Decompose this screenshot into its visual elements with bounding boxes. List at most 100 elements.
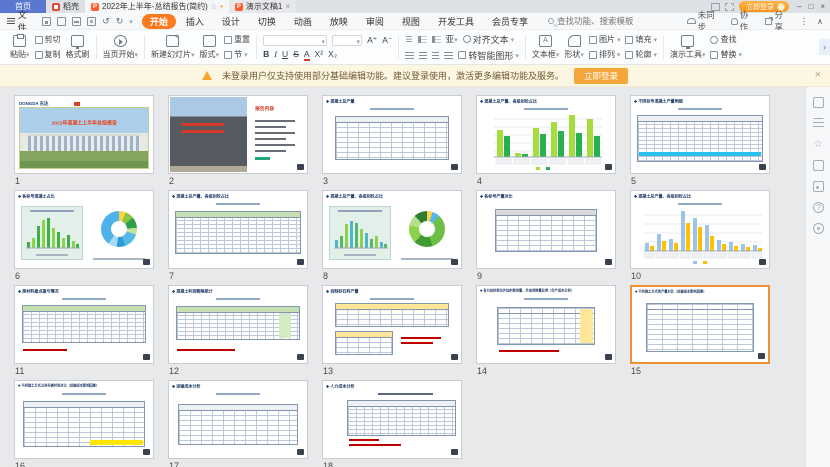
slide-thumbnail-10[interactable]: ◆ 混凝土总产量、各级别砼占比 [630, 190, 770, 285]
save-icon[interactable] [42, 17, 51, 26]
text-direction-icon[interactable]: 亚 [446, 33, 458, 45]
search-input[interactable] [557, 16, 687, 26]
tab-slideshow[interactable]: 放映 [322, 14, 356, 29]
login-now-button[interactable]: 立即登录 [574, 68, 628, 84]
align-right-icon[interactable] [432, 52, 439, 59]
font-name-select[interactable] [263, 35, 327, 46]
arrange-button[interactable]: 排列 [589, 49, 621, 60]
tab-insert[interactable]: 插入 [178, 14, 212, 29]
tab-devtools[interactable]: 开发工具 [430, 14, 482, 29]
shapes-button[interactable]: 形状 [564, 35, 584, 60]
increase-indent-icon[interactable] [432, 36, 441, 43]
redo-icon[interactable] [116, 16, 124, 27]
picture-button[interactable]: 图片 [589, 34, 621, 45]
help-icon[interactable] [813, 202, 824, 213]
logo-mark-icon [74, 102, 80, 106]
slide-thumbnail-11[interactable]: ◆ 原材料盘点盈亏情况 11 [14, 285, 154, 380]
print-preview-icon[interactable] [87, 17, 96, 26]
pin-icon[interactable] [211, 2, 217, 11]
subscript-icon[interactable] [328, 49, 337, 59]
align-text-button[interactable]: 对齐文本 [463, 33, 515, 46]
play-current-button[interactable]: 当页开始 [103, 35, 139, 60]
slide-number: 13 [323, 366, 462, 376]
font-size-select[interactable] [332, 35, 362, 46]
tab-document-2[interactable]: 演示文稿1 [229, 0, 296, 13]
new-slide-button[interactable]: 新建幻灯片 [151, 35, 195, 60]
italic-icon[interactable] [274, 49, 277, 59]
slide-thumbnail-18[interactable]: ◆ 人力成本分析 18 [322, 380, 462, 467]
slide-thumbnail-6[interactable]: ◆ 各标号混凝土占比 [14, 190, 154, 285]
slide-thumbnail-15-selected[interactable]: ◆ 不同施工方式的产量对比（运输成本影响因素） 15 [630, 285, 770, 380]
find-button[interactable]: 查找 [710, 34, 742, 45]
search-box[interactable] [548, 16, 687, 26]
bar-chart-panel [21, 206, 83, 260]
ribbon: 粘贴 剪切 复制 格式刷 当页开始 新建幻灯片 版式 重置 节 A⁺ A⁻ [0, 30, 830, 65]
tab-design[interactable]: 设计 [214, 14, 248, 29]
settings-sliders-icon[interactable] [813, 118, 824, 129]
replace-button[interactable]: 替换 [710, 49, 742, 60]
favorites-icon[interactable] [813, 139, 824, 150]
location-icon[interactable] [813, 223, 824, 234]
slide-thumbnail-12[interactable]: ◆ 混凝土利润粗略统计 12 [168, 285, 308, 380]
textbox-button[interactable]: 文本框 [532, 35, 560, 60]
font-color-icon[interactable] [304, 49, 310, 59]
more-menu-icon[interactable] [800, 16, 809, 27]
increase-font-icon[interactable]: A⁺ [367, 35, 377, 46]
slide-thumbnail-5[interactable]: ◆ 不同标号混凝土产量明细 5 [630, 95, 770, 190]
slide-thumbnail-14[interactable]: ◆ 各分站砂耗及外加剂使用量、外加剂掺量比例（生产成本分析） 14 [476, 285, 616, 380]
tab-start[interactable]: 开始 [142, 14, 176, 29]
slide-thumbnail-17[interactable]: ◆ 运输成本分析 17 [168, 380, 308, 467]
window-panel-icon[interactable] [813, 160, 824, 171]
undo-icon[interactable] [102, 16, 110, 27]
toc-items [255, 120, 300, 152]
justify-icon[interactable] [444, 52, 453, 59]
bold-icon[interactable] [263, 49, 269, 59]
copy-button[interactable]: 复制 [35, 49, 61, 60]
properties-icon[interactable] [813, 97, 824, 108]
align-center-icon[interactable] [419, 52, 427, 59]
tab-member[interactable]: 会员专享 [484, 14, 536, 29]
print-icon[interactable] [72, 17, 81, 26]
reset-button[interactable]: 重置 [224, 34, 250, 45]
quickbar-more-icon[interactable] [129, 16, 133, 26]
slide-thumbnail-7[interactable]: ◆ 混凝土总产量、各级别砼占比 7 [168, 190, 308, 285]
image-panel-icon[interactable] [813, 181, 824, 192]
tab-animation[interactable]: 动画 [286, 14, 320, 29]
slide-thumbnail-1[interactable]: DONGDA 东达 2022年混凝土上半年总结报告 1 [14, 95, 154, 190]
tab-docer[interactable]: 稻壳 [46, 0, 85, 13]
slide-thumbnail-8[interactable]: ◆ 混凝土总产量、各级别砼占比 [322, 190, 462, 285]
tab-view[interactable]: 视图 [394, 14, 428, 29]
ribbon-expand-button[interactable] [819, 39, 830, 55]
highlight-column [580, 309, 593, 343]
paste-button[interactable]: 粘贴 [10, 35, 30, 60]
collapse-ribbon-icon[interactable] [817, 16, 823, 26]
align-left-icon[interactable] [405, 52, 414, 59]
slide-thumbnail-4[interactable]: ◆ 混凝土总产量、各级别砼占比 [476, 95, 616, 190]
slide-thumbnail-16[interactable]: ◆ 不同施工方式占用车辆时间对比（运输成本影响因素） 16 [14, 380, 154, 467]
output-icon[interactable] [57, 17, 66, 26]
bullet-list-icon[interactable] [405, 34, 412, 44]
tab-transition[interactable]: 切换 [250, 14, 284, 29]
decrease-font-icon[interactable]: A⁻ [382, 35, 392, 46]
smart-graphic-button[interactable]: 转智能图形 [458, 49, 519, 62]
tab-review[interactable]: 审阅 [358, 14, 392, 29]
slide-thumbnail-9[interactable]: ◆ 各标号产量对比 9 [476, 190, 616, 285]
slide-thumbnail-2[interactable]: 报告内容 2 [168, 95, 308, 190]
slide-thumbnail-13[interactable]: ◆ 自制砂石料产量 13 [322, 285, 462, 380]
strikethrough-icon[interactable] [293, 49, 299, 59]
bar-chart [484, 111, 608, 171]
outline-button[interactable]: 轮廓 [625, 49, 657, 60]
format-painter-button[interactable]: 格式刷 [66, 35, 90, 60]
slide-thumbnail-3[interactable]: ◆ 混凝土总产量 3 [322, 95, 462, 190]
close-tab-icon[interactable] [285, 2, 290, 11]
underline-icon[interactable] [282, 49, 288, 59]
layout-button[interactable]: 版式 [200, 35, 220, 60]
decrease-indent-icon[interactable] [418, 36, 427, 43]
fill-button[interactable]: 填充 [625, 34, 657, 45]
present-tools-button[interactable]: 演示工具 [670, 35, 706, 60]
tab-document-active[interactable]: 2022年上半年-总结报告(简约) [85, 0, 229, 13]
section-button[interactable]: 节 [224, 49, 250, 60]
superscript-icon[interactable] [315, 49, 324, 59]
cut-button[interactable]: 剪切 [35, 34, 61, 45]
close-banner-icon[interactable] [815, 69, 821, 81]
